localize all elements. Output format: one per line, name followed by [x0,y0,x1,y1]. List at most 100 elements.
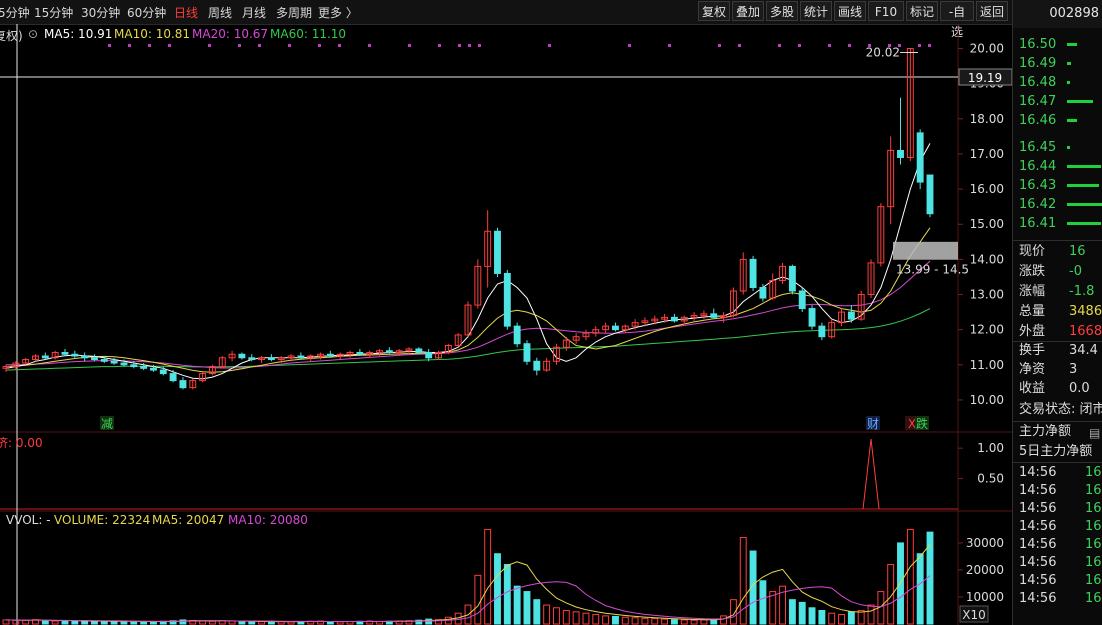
tick-price: 16 [1085,537,1102,552]
candle-body[interactable] [159,369,167,375]
order-book-row[interactable]: 16.47 [1013,92,1102,111]
quote-label: 外盘 [1019,324,1046,339]
candle-body[interactable] [100,359,108,362]
trade-status: 交易状态: 闭市 [1019,402,1102,417]
candle-body[interactable] [81,355,89,359]
main-flow-row[interactable]: 主力净额 ▤ [1013,422,1102,442]
candle-body[interactable] [818,325,826,338]
candle-body[interactable] [513,325,521,345]
remove-favorite-button[interactable]: -自选 [940,1,974,39]
candle-body[interactable] [41,355,49,359]
candle-body[interactable] [149,367,157,371]
period-30min[interactable]: 30分钟 [81,4,120,21]
candle-body[interactable] [611,325,619,331]
volume-bar [258,621,266,625]
ma-toggle-icon[interactable]: ⊙ [28,27,38,41]
candle-body[interactable] [61,352,69,355]
event-dot [368,44,371,47]
order-book-row[interactable]: 16.50 [1013,35,1102,54]
candle-body[interactable] [798,290,806,310]
kline-chart-area[interactable]: 20.0019.0018.0017.0016.0015.0014.0013.00… [0,24,1012,625]
candle-body[interactable] [326,353,334,357]
ma5-line [5,143,931,380]
ma10-line [5,227,931,373]
order-book-row[interactable]: 16.41 [1013,214,1102,233]
candle-body[interactable] [523,343,531,362]
back-button[interactable]: 返回 [976,1,1008,21]
order-book-row[interactable]: 16.45 [1013,138,1102,157]
candle-body[interactable] [91,357,98,361]
candle-body[interactable] [494,230,501,274]
divider [1013,240,1102,241]
event-dot [288,44,291,47]
order-book-row[interactable]: 16.42 [1013,195,1102,214]
main-flow5-label: 5日主力净额 [1019,444,1093,459]
order-book-price: 16.48 [1019,75,1057,90]
candle-body[interactable] [267,357,275,361]
draw-line-button[interactable]: 画线 [834,1,866,21]
period-more[interactable]: 更多 〉 [318,4,358,21]
candle-body[interactable] [385,350,393,354]
volume-bar [425,618,433,625]
candle-body[interactable] [110,360,118,364]
event-dot [478,44,481,47]
volume-bar [71,620,79,625]
candle-body[interactable] [759,286,767,299]
order-book-row[interactable]: 16.48 [1013,73,1102,92]
statistics-button[interactable]: 统计 [800,1,832,21]
candle-body[interactable] [808,308,816,327]
candle-body[interactable] [179,380,187,389]
candle-body[interactable] [120,362,128,366]
candle-body[interactable] [169,373,177,382]
order-book-row[interactable]: 16.49 [1013,54,1102,73]
quote-side-panel: 002898 16.50 16.49 16.48 16.47 16.46 16.45 16.… [1012,0,1102,625]
quote-row: 净资 3 [1013,360,1102,380]
candle-body[interactable] [916,132,924,183]
candle-body[interactable] [533,360,541,371]
candle-body[interactable] [788,265,796,292]
volume-bar [759,580,767,625]
period-15min[interactable]: 15分钟 [34,4,73,21]
quote-value: 0.0 [1069,381,1090,396]
candle-body[interactable] [297,355,305,359]
candle-body[interactable] [130,364,138,368]
candle-body[interactable] [926,174,934,215]
price-tick-label: 11.00 [970,358,1004,372]
period-weekly[interactable]: 周线 [208,4,232,21]
table-icon[interactable]: ▤ [1089,423,1100,443]
order-book-volume-bar [1067,81,1070,84]
indicator-label: 济: 0.00 [0,436,43,450]
candle-body[interactable] [356,352,364,355]
candle-body[interactable] [140,366,148,369]
fuquan-button[interactable]: 复权 [698,1,730,21]
candle-body[interactable] [503,272,511,327]
candle-body[interactable] [238,353,246,359]
kline-chart-svg[interactable]: 20.0019.0018.0017.0016.0015.0014.0013.00… [0,24,1012,625]
overlay-button[interactable]: 叠加 [732,1,764,21]
order-book-row[interactable]: 16.44 [1013,157,1102,176]
candle-body[interactable] [749,258,757,288]
indicator-spike [862,438,880,510]
candle-body[interactable] [415,348,423,354]
f10-button[interactable]: F10 [868,1,904,21]
quote-value: 16 [1069,244,1086,259]
candle-body[interactable] [425,352,433,359]
candle-body[interactable] [71,353,79,357]
period-daily[interactable]: 日线 [174,4,198,21]
stock-code[interactable]: 002898 [1013,0,1102,28]
quote-row: 总量 3486 [1013,302,1102,322]
period-5min[interactable]: 5分钟 [0,4,30,21]
volume-bar [926,531,934,625]
order-book-row[interactable]: 16.43 [1013,176,1102,195]
period-60min[interactable]: 60分钟 [127,4,166,21]
period-multi[interactable]: 多周期 [276,4,312,21]
mark-button[interactable]: 标记 [906,1,938,21]
multi-stock-button[interactable]: 多股 [766,1,798,21]
candle-body[interactable] [248,357,256,361]
candle-body[interactable] [670,316,678,322]
candle-body[interactable] [847,311,855,320]
order-book-row[interactable]: 16.46 [1013,111,1102,130]
candle-body[interactable] [710,313,718,318]
period-monthly[interactable]: 月线 [242,4,266,21]
candle-body[interactable] [897,149,904,158]
